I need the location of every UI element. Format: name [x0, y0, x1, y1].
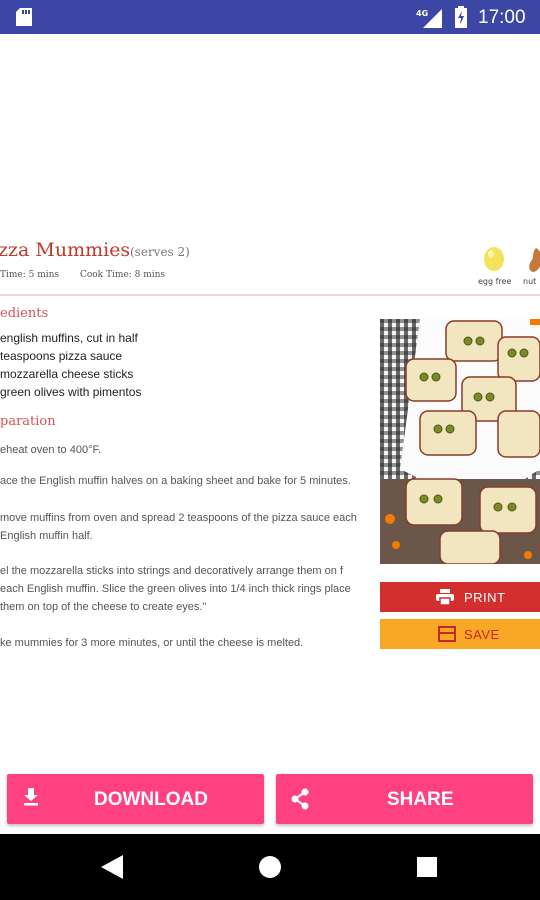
- download-icon: [24, 788, 38, 806]
- preparation-heading: paration: [0, 414, 56, 429]
- cook-time: Cook Time: 8 mins: [79, 270, 166, 280]
- home-icon[interactable]: [258, 855, 282, 879]
- ingredients-heading: edients: [0, 306, 49, 321]
- preparation-step: ke mummies for 3 more minutes, or until …: [0, 637, 304, 649]
- title-divider: [0, 294, 540, 296]
- nut-icon: [529, 248, 540, 272]
- preparation-step: move muffins from oven and spread 2 teas…: [0, 512, 357, 542]
- print-button[interactable]: PRINT: [380, 582, 540, 612]
- signal-icon: 4G: [416, 9, 442, 28]
- print-label: PRINT: [464, 590, 506, 605]
- prep-time: Time: 5 mins: [0, 270, 60, 280]
- recipe-photo: [380, 319, 540, 564]
- battery-icon: [455, 6, 467, 28]
- serves-label: (serves 2): [130, 245, 190, 259]
- pizza-mummies-image: [380, 319, 540, 564]
- recents-icon[interactable]: [416, 856, 438, 878]
- sd-card-icon: [16, 8, 32, 26]
- network-type: 4G: [416, 9, 428, 18]
- preparation-step: el the mozzarella sticks into strings an…: [0, 565, 351, 613]
- navigation-bar: [0, 834, 540, 900]
- share-icon: [291, 788, 309, 810]
- ingredient-item: green olives with pimentos: [0, 385, 142, 399]
- recipe-content[interactable]: zza Mummies (serves 2) Time: 5 mins Cook…: [0, 34, 540, 774]
- badge-egg-free: egg free: [478, 277, 512, 286]
- ingredient-item: mozzarella cheese sticks: [0, 367, 134, 381]
- back-icon[interactable]: [101, 855, 123, 879]
- egg-icon: [484, 247, 504, 271]
- preparation-step: eheat oven to 400°F.: [0, 444, 102, 456]
- status-bar: 4G 17:00: [0, 0, 540, 34]
- badge-nut: nut: [523, 277, 537, 286]
- download-label: DOWNLOAD: [94, 789, 208, 810]
- save-label: SAVE: [464, 627, 500, 642]
- ingredient-item: english muffins, cut in half: [0, 331, 138, 345]
- save-button[interactable]: SAVE: [380, 619, 540, 649]
- printer-icon: [436, 589, 454, 605]
- share-button[interactable]: SHARE: [276, 774, 533, 824]
- clock: 17:00: [478, 7, 526, 28]
- recipe-times: Time: 5 mins Cook Time: 8 mins: [0, 270, 183, 280]
- download-button[interactable]: DOWNLOAD: [7, 774, 264, 824]
- recipe-title: zza Mummies: [0, 239, 131, 261]
- ingredient-item: teaspoons pizza sauce: [0, 349, 123, 363]
- share-label: SHARE: [387, 789, 454, 810]
- save-icon: [438, 626, 456, 642]
- preparation-step: ace the English muffin halves on a bakin…: [0, 475, 351, 487]
